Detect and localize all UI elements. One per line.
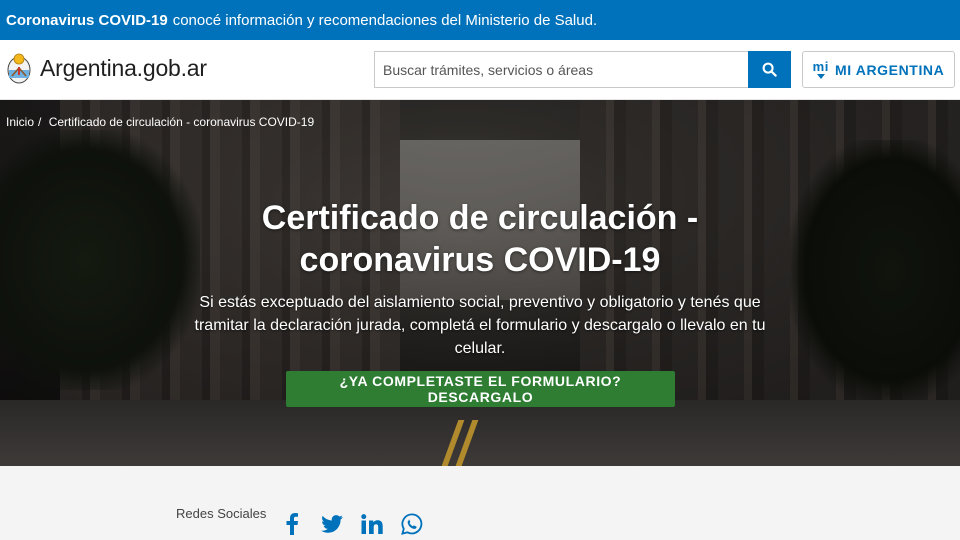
page-title-line1: Certificado de circulación - [261,199,699,237]
logo-text: Argentina.gob.ar [40,54,207,81]
mi-logo-text: mi [812,59,830,74]
social-section: Redes Sociales [0,466,960,540]
social-label: Redes Sociales [176,506,267,521]
hero-banner: Inicio / Certificado de circulación - cor… [0,100,960,466]
breadcrumb: Inicio / Certificado de circulación - cor… [6,115,314,129]
mi-argentina-label: MI ARGENTINA [835,61,945,78]
facebook-icon[interactable] [281,513,303,535]
alert-text: conocé información y recomendaciones del… [172,11,598,29]
linkedin-icon[interactable] [361,513,383,535]
whatsapp-icon[interactable] [401,513,423,535]
breadcrumb-home-link[interactable]: Inicio [6,115,34,129]
download-form-button[interactable]: ¿YA COMPLETASTE EL FORMULARIO? DESCARGAL… [286,371,675,407]
search-input[interactable] [374,51,748,88]
search-button[interactable] [748,51,791,88]
twitter-icon[interactable] [321,513,343,535]
breadcrumb-current: Certificado de circulación - coronavirus… [48,115,315,129]
page-title: Certificado de circulación - coronavirus… [0,197,960,281]
escudo-icon [7,53,31,84]
mi-argentina-button[interactable]: mi MI ARGENTINA [802,51,955,88]
page-title-line2: coronavirus COVID-19 [299,241,661,279]
social-icons [281,513,423,535]
mi-argentina-logo-icon: mi [813,60,829,79]
site-logo[interactable]: Argentina.gob.ar [6,50,207,86]
search-icon [762,62,777,77]
site-header: Argentina.gob.ar mi MI ARGENTINA [0,40,960,100]
hero-description: Si estás exceptuado del aislamiento soci… [194,294,766,357]
covid-alert-bar[interactable]: Coronavirus COVID-19 conocé información … [0,0,960,40]
alert-strong-text: Coronavirus COVID-19 [6,11,168,29]
breadcrumb-separator: / [38,115,42,129]
